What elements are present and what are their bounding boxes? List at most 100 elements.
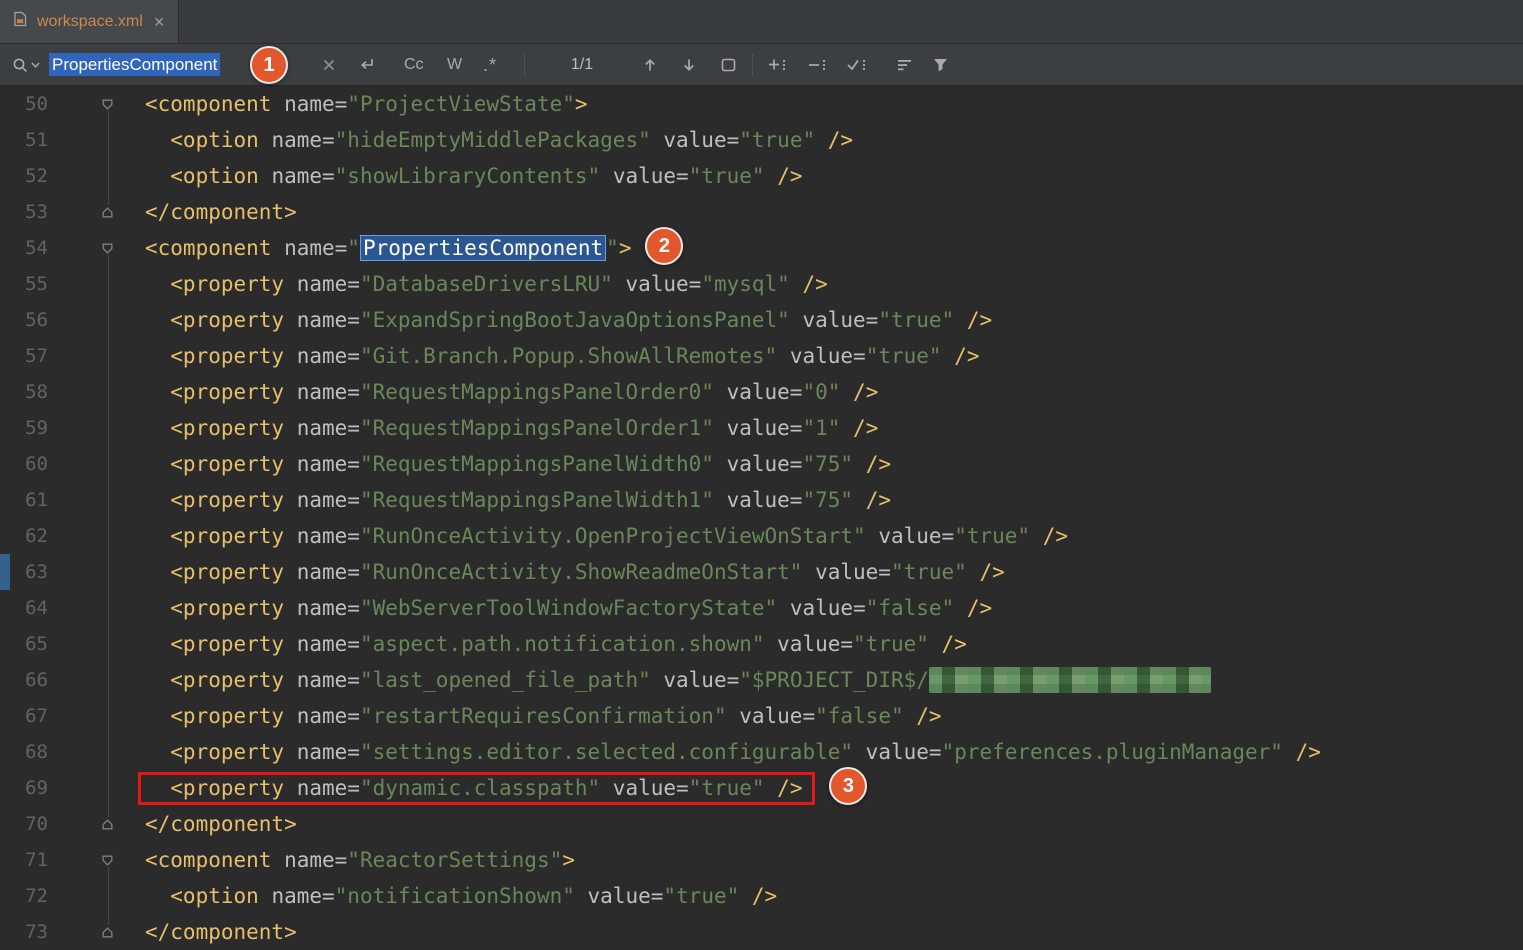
code-line-60[interactable]: 60 <property name="RequestMappingsPanelW… — [0, 446, 1523, 482]
fold-gutter — [70, 374, 145, 410]
code-line-58[interactable]: 58 <property name="RequestMappingsPanelO… — [0, 374, 1523, 410]
code-text: <property name="last_opened_file_path" v… — [145, 662, 1523, 698]
line-number: 70 — [0, 806, 70, 842]
gutter-highlight — [0, 554, 10, 590]
code-line-69[interactable]: 69 <property name="dynamic.classpath" va… — [0, 770, 1523, 806]
code-line-72[interactable]: 72 <option name="notificationShown" valu… — [0, 878, 1523, 914]
code-text: <option name="hideEmptyMiddlePackages" v… — [145, 122, 1523, 158]
fold-gutter — [70, 734, 145, 770]
search-query[interactable]: PropertiesComponent — [49, 55, 220, 75]
code-line-68[interactable]: 68 <property name="settings.editor.selec… — [0, 734, 1523, 770]
code-text: <property name="RequestMappingsPanelWidt… — [145, 446, 1523, 482]
line-number: 60 — [0, 446, 70, 482]
annotation-badge-1: 1 — [250, 46, 288, 84]
fold-end-icon[interactable] — [70, 806, 145, 842]
fold-end-icon[interactable] — [70, 914, 145, 950]
redacted-blur — [929, 667, 1211, 693]
code-text: <property name="settings.editor.selected… — [145, 734, 1523, 770]
code-text: <property name="WebServerToolWindowFacto… — [145, 590, 1523, 626]
annotation-box: <property name="dynamic.classpath" value… — [138, 772, 815, 805]
close-tab-icon[interactable]: × — [154, 13, 165, 31]
prev-occurrence-icon[interactable] — [642, 44, 658, 86]
editor-tab-bar: workspace.xml × — [0, 0, 1523, 44]
fold-gutter — [70, 482, 145, 518]
search-input[interactable]: PropertiesComponent — [12, 44, 220, 86]
line-number: 53 — [0, 194, 70, 230]
code-text: <option name="showLibraryContents" value… — [145, 158, 1523, 194]
select-all-occurrences-icon[interactable] — [846, 44, 868, 86]
code-text: <component name="ProjectViewState"> — [145, 86, 1523, 122]
code-line-64[interactable]: 64 <property name="WebServerToolWindowFa… — [0, 590, 1523, 626]
fold-gutter — [70, 770, 145, 806]
code-text: <property name="restartRequiresConfirmat… — [145, 698, 1523, 734]
code-line-50[interactable]: 50<component name="ProjectViewState"> — [0, 86, 1523, 122]
line-number: 61 — [0, 482, 70, 518]
fold-gutter — [70, 878, 145, 914]
filter-funnel-icon[interactable] — [932, 44, 949, 86]
code-line-67[interactable]: 67 <property name="restartRequiresConfir… — [0, 698, 1523, 734]
line-number: 55 — [0, 266, 70, 302]
line-number: 65 — [0, 626, 70, 662]
code-text: <property name="aspect.path.notification… — [145, 626, 1523, 662]
open-in-find-window-icon[interactable] — [720, 44, 737, 86]
code-text: <option name="notificationShown" value="… — [145, 878, 1523, 914]
line-number: 58 — [0, 374, 70, 410]
fold-start-icon[interactable] — [70, 842, 145, 878]
search-match: PropertiesComponent — [360, 235, 606, 261]
code-text: <property name="RunOnceActivity.OpenProj… — [145, 518, 1523, 554]
code-line-71[interactable]: 71<component name="ReactorSettings"> — [0, 842, 1523, 878]
code-text: <property name="Git.Branch.Popup.ShowAll… — [145, 338, 1523, 374]
annotation-badge-2: 2 — [645, 227, 683, 265]
add-occurrence-icon[interactable] — [768, 44, 788, 86]
line-number: 56 — [0, 302, 70, 338]
code-rows: 50<component name="ProjectViewState">51 … — [0, 86, 1523, 950]
fold-gutter — [70, 518, 145, 554]
code-text: <property name="DatabaseDriversLRU" valu… — [145, 266, 1523, 302]
regex-toggle[interactable]: .* — [483, 44, 497, 86]
fold-start-icon[interactable] — [70, 86, 145, 122]
code-text: </component> — [145, 914, 1523, 950]
newline-icon[interactable] — [358, 44, 376, 86]
code-line-66[interactable]: 66 <property name="last_opened_file_path… — [0, 662, 1523, 698]
tab-workspace-xml[interactable]: workspace.xml × — [0, 0, 179, 43]
code-line-51[interactable]: 51 <option name="hideEmptyMiddlePackages… — [0, 122, 1523, 158]
code-line-65[interactable]: 65 <property name="aspect.path.notificat… — [0, 626, 1523, 662]
code-line-54[interactable]: 54<component name="PropertiesComponent">… — [0, 230, 1523, 266]
line-number: 51 — [0, 122, 70, 158]
remove-occurrence-icon[interactable] — [808, 44, 828, 86]
fold-end-icon[interactable] — [70, 194, 145, 230]
clear-search-icon[interactable] — [322, 44, 336, 86]
code-line-52[interactable]: 52 <option name="showLibraryContents" va… — [0, 158, 1523, 194]
words-toggle[interactable]: W — [447, 44, 462, 86]
code-line-59[interactable]: 59 <property name="RequestMappingsPanelO… — [0, 410, 1523, 446]
next-occurrence-icon[interactable] — [681, 44, 697, 86]
fold-start-icon[interactable] — [70, 230, 145, 266]
code-line-57[interactable]: 57 <property name="Git.Branch.Popup.Show… — [0, 338, 1523, 374]
search-icon — [12, 57, 29, 74]
line-number: 72 — [0, 878, 70, 914]
code-line-61[interactable]: 61 <property name="RequestMappingsPanelW… — [0, 482, 1523, 518]
fold-gutter — [70, 122, 145, 158]
search-history-chevron[interactable] — [31, 62, 40, 68]
toolbar-divider — [524, 54, 525, 76]
code-line-73[interactable]: 73</component> — [0, 914, 1523, 950]
find-toolbar: PropertiesComponent 1 Cc W .* 1/1 — [0, 44, 1523, 86]
fold-gutter — [70, 338, 145, 374]
line-number: 66 — [0, 662, 70, 698]
search-options-icon[interactable] — [896, 44, 913, 86]
code-line-55[interactable]: 55 <property name="DatabaseDriversLRU" v… — [0, 266, 1523, 302]
code-line-53[interactable]: 53</component> — [0, 194, 1523, 230]
line-number: 69 — [0, 770, 70, 806]
line-number: 71 — [0, 842, 70, 878]
code-line-56[interactable]: 56 <property name="ExpandSpringBootJavaO… — [0, 302, 1523, 338]
fold-gutter — [70, 410, 145, 446]
line-number: 59 — [0, 410, 70, 446]
code-line-62[interactable]: 62 <property name="RunOnceActivity.OpenP… — [0, 518, 1523, 554]
code-line-70[interactable]: 70</component> — [0, 806, 1523, 842]
line-number: 52 — [0, 158, 70, 194]
code-text: <property name="RunOnceActivity.ShowRead… — [145, 554, 1523, 590]
match-case-toggle[interactable]: Cc — [404, 44, 424, 86]
code-line-63[interactable]: 63 <property name="RunOnceActivity.ShowR… — [0, 554, 1523, 590]
fold-gutter — [70, 158, 145, 194]
code-text: <property name="ExpandSpringBootJavaOpti… — [145, 302, 1523, 338]
